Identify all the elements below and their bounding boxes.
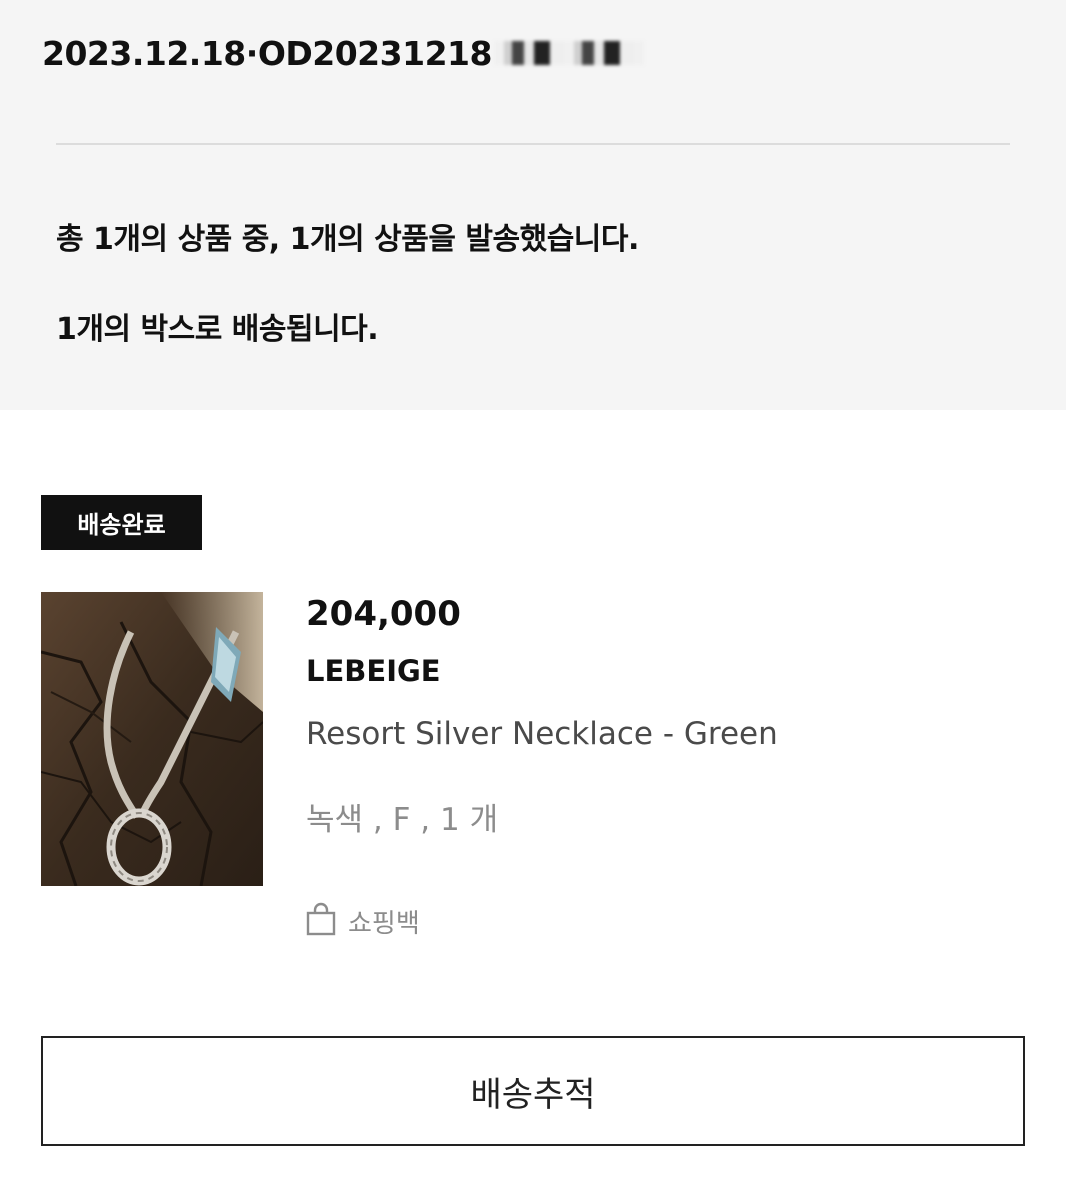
product-image[interactable] [41, 592, 263, 886]
order-separator: · [245, 33, 259, 73]
order-summary-panel: 2023.12.18 · OD20231218 총 1개의 상품 중, 1개의 상품… [0, 0, 1066, 410]
order-header: 2023.12.18 · OD20231218 [42, 30, 644, 76]
order-number: OD20231218 [257, 33, 493, 73]
product-option: 녹색 , F , 1 개 [306, 802, 499, 838]
summary-divider [56, 143, 1010, 145]
necklace-photo [41, 592, 263, 886]
masked-order-number [493, 41, 644, 65]
track-delivery-button[interactable]: 배송추적 [41, 1036, 1025, 1146]
shopping-bag-icon [306, 902, 336, 940]
box-count-text: 1개의 박스로 배송됩니다. [56, 312, 379, 347]
product-name[interactable]: Resort Silver Necklace - Green [306, 716, 778, 752]
shipment-summary-text: 총 1개의 상품 중, 1개의 상품을 발송했습니다. [56, 222, 639, 257]
delivery-status-badge: 배송완료 [41, 495, 202, 550]
packaging-info: 쇼핑백 [306, 902, 420, 940]
product-brand[interactable]: LEBEIGE [306, 654, 441, 688]
product-price: 204,000 [306, 594, 461, 634]
packaging-label: 쇼핑백 [348, 908, 420, 939]
order-date: 2023.12.18 [42, 33, 246, 73]
